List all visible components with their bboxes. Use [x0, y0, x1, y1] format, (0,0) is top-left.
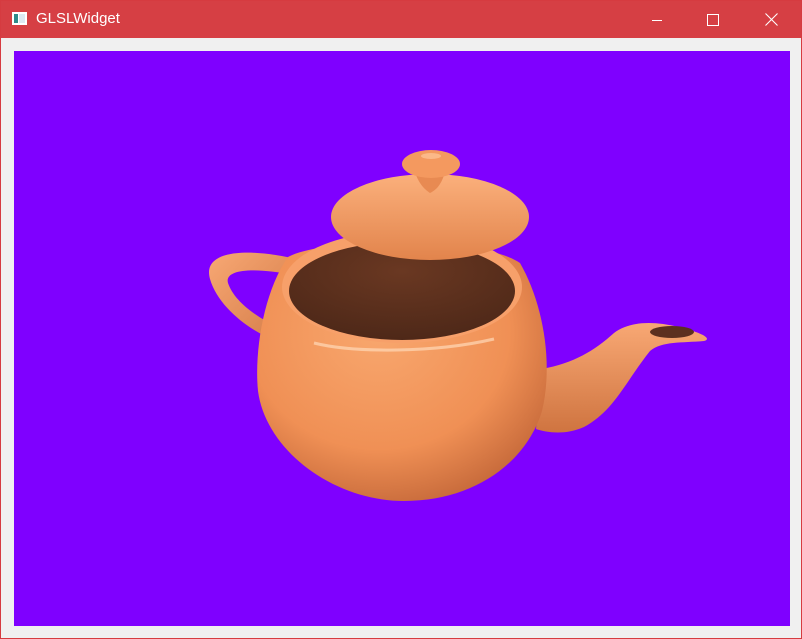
gl-viewport[interactable]: [14, 51, 790, 626]
app-icon: [12, 12, 27, 25]
title-bar[interactable]: GLSLWidget: [1, 1, 801, 38]
close-button[interactable]: [742, 1, 800, 38]
minimize-button[interactable]: [628, 1, 686, 38]
spout-opening: [650, 326, 694, 338]
maximize-button[interactable]: [684, 1, 742, 38]
gl-canvas[interactable]: [14, 51, 790, 626]
minimize-icon: [652, 19, 662, 21]
window-title: GLSLWidget: [36, 10, 120, 27]
close-icon: [764, 13, 778, 26]
app-window: GLSLWidget: [0, 0, 802, 639]
lid-knob-highlight: [421, 153, 441, 159]
maximize-icon: [707, 13, 719, 26]
